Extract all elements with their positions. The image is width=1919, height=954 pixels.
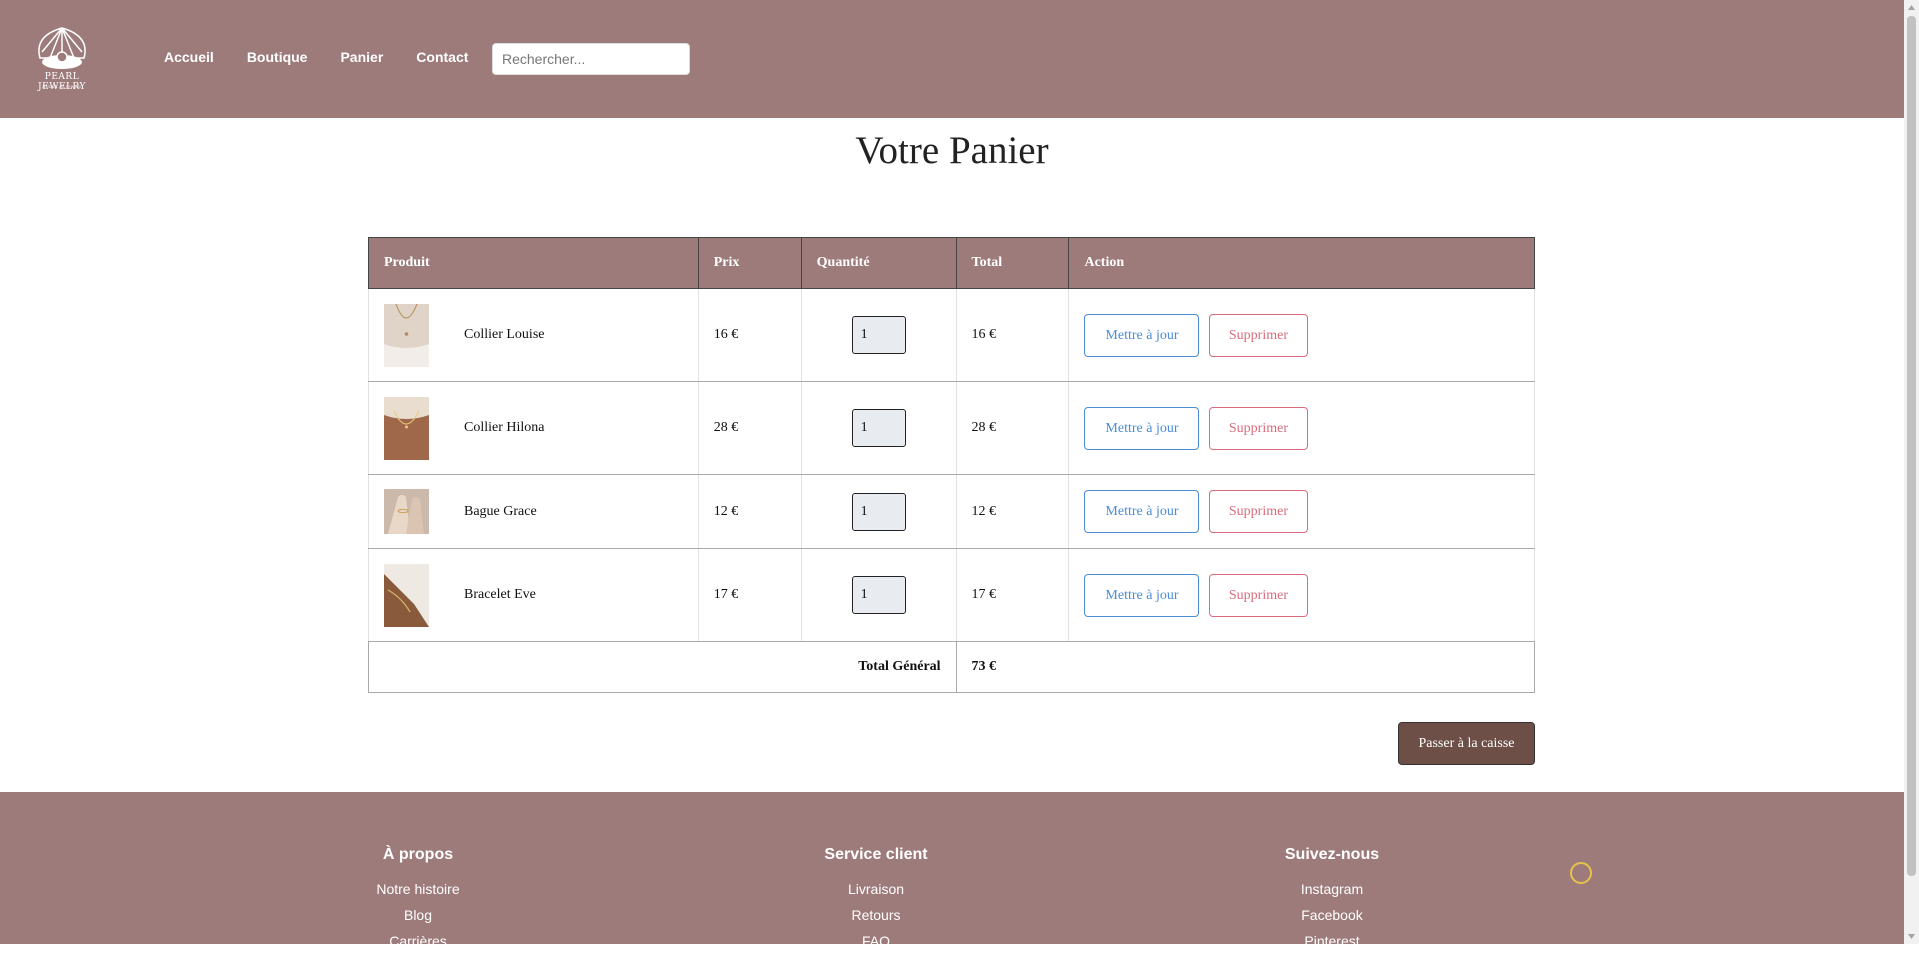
quantity-input[interactable]	[851, 492, 906, 531]
product-image-bracelet-eve[interactable]	[384, 563, 429, 627]
product-image-bague-grace[interactable]	[384, 489, 429, 534]
quantity-input[interactable]	[851, 316, 906, 354]
page-title: Votre Panier	[855, 129, 1049, 172]
action-cell: Mettre à jour Supprimer	[1068, 474, 1535, 549]
delete-button[interactable]: Supprimer	[1208, 490, 1308, 533]
quantity-cell	[800, 381, 957, 475]
column-header-prix: Prix	[697, 237, 802, 289]
product-name: Collier Louise	[464, 327, 545, 342]
update-button[interactable]: Mettre à jour	[1084, 406, 1200, 450]
footer-link-pinterest[interactable]: Pinterest	[1212, 928, 1452, 954]
logo[interactable]: PEARL JEWELRY bijoux et jewels	[20, 22, 104, 96]
footer-link-instagram[interactable]: Instagram	[1212, 876, 1452, 902]
product-image-collier-hilona[interactable]	[384, 396, 429, 460]
scroll-up-arrow-icon[interactable]	[1904, 0, 1919, 15]
update-button[interactable]: Mettre à jour	[1084, 490, 1200, 533]
cursor-highlight-icon	[1570, 862, 1592, 884]
footer-link-faq[interactable]: FAQ	[756, 928, 996, 954]
footer-column-suivez-nous: Suivez-nous Instagram Facebook Pinterest	[1212, 846, 1452, 954]
footer-link-livraison[interactable]: Livraison	[756, 876, 996, 902]
footer-column-service-client: Service client Livraison Retours FAQ	[756, 846, 996, 954]
grand-total-value: 73 €	[955, 641, 1536, 693]
update-button[interactable]: Mettre à jour	[1084, 313, 1200, 357]
search-input[interactable]	[492, 43, 690, 75]
column-header-total: Total	[955, 237, 1070, 289]
cart-row: Collier Hilona 28 € 28 € Mettre à jour S…	[368, 381, 1535, 475]
product-name: Bracelet Eve	[464, 587, 536, 602]
price-cell: 28 €	[697, 381, 802, 475]
scroll-down-arrow-icon[interactable]	[1904, 929, 1919, 944]
action-cell: Mettre à jour Supprimer	[1068, 381, 1535, 475]
site-header: PEARL JEWELRY bijoux et jewels Accueil B…	[0, 0, 1904, 118]
cart-row: Bracelet Eve 17 € 17 € Mettre à jour Sup…	[368, 548, 1535, 642]
product-cell: Collier Hilona	[368, 381, 699, 475]
quantity-cell	[800, 474, 957, 549]
nav-contact[interactable]: Contact	[416, 48, 468, 66]
column-header-quantite: Quantité	[800, 237, 957, 289]
grand-total-row: Total Général 73 €	[368, 641, 1536, 693]
row-total-cell: 12 €	[955, 474, 1070, 549]
product-cell: Collier Louise	[368, 288, 699, 382]
price-cell: 12 €	[697, 474, 802, 549]
product-image-collier-louise[interactable]	[384, 303, 429, 367]
price-cell: 16 €	[697, 288, 802, 382]
scrollbar[interactable]	[1904, 0, 1919, 944]
page: PEARL JEWELRY bijoux et jewels Accueil B…	[0, 0, 1904, 949]
row-total-cell: 16 €	[955, 288, 1070, 382]
quantity-input[interactable]	[851, 409, 906, 447]
shell-pearl-icon	[38, 27, 86, 69]
product-name: Collier Hilona	[464, 420, 545, 435]
footer-link-carrieres[interactable]: Carrières	[298, 928, 538, 954]
main-nav: Accueil Boutique Panier Contact	[164, 48, 501, 66]
delete-button[interactable]: Supprimer	[1208, 313, 1308, 357]
checkout-button[interactable]: Passer à la caisse	[1398, 722, 1535, 765]
footer-column-a-propos: À propos Notre histoire Blog Carrières	[298, 846, 538, 954]
cart-header-row: Produit Prix Quantité Total Action	[368, 237, 1535, 289]
nav-boutique[interactable]: Boutique	[247, 48, 308, 66]
product-cell: Bague Grace	[368, 474, 699, 549]
quantity-input[interactable]	[851, 576, 906, 614]
scrollbar-thumb[interactable]	[1907, 16, 1916, 876]
footer-link-blog[interactable]: Blog	[298, 902, 538, 928]
footer-link-retours[interactable]: Retours	[756, 902, 996, 928]
footer-link-facebook[interactable]: Facebook	[1212, 902, 1452, 928]
logo-tagline: bijoux et jewels	[42, 84, 82, 90]
product-name: Bague Grace	[464, 503, 537, 519]
footer-heading: Suivez-nous	[1284, 846, 1380, 863]
cart-row: Collier Louise 16 € 16 € Mettre à jour S…	[368, 288, 1535, 382]
delete-button[interactable]: Supprimer	[1208, 406, 1308, 450]
cart-row: Bague Grace 12 € 12 € Mettre à jour Supp…	[368, 474, 1535, 549]
price-cell: 17 €	[697, 548, 802, 642]
quantity-cell	[800, 288, 957, 382]
row-total-cell: 28 €	[955, 381, 1070, 475]
cart-table: Produit Prix Quantité Total Action Colli…	[368, 237, 1536, 693]
footer-heading: À propos	[382, 846, 454, 863]
update-button[interactable]: Mettre à jour	[1084, 573, 1200, 617]
product-cell: Bracelet Eve	[368, 548, 699, 642]
row-total-cell: 17 €	[955, 548, 1070, 642]
delete-button[interactable]: Supprimer	[1208, 573, 1308, 617]
quantity-cell	[800, 548, 957, 642]
footer-link-notre-histoire[interactable]: Notre histoire	[298, 876, 538, 902]
action-cell: Mettre à jour Supprimer	[1068, 288, 1535, 382]
column-header-produit: Produit	[368, 237, 699, 289]
nav-accueil[interactable]: Accueil	[164, 48, 214, 66]
site-footer: À propos Notre histoire Blog Carrières S…	[0, 792, 1904, 949]
nav-panier[interactable]: Panier	[340, 48, 383, 66]
footer-heading: Service client	[824, 846, 928, 863]
grand-total-label: Total Général	[368, 641, 957, 693]
column-header-action: Action	[1068, 237, 1535, 289]
action-cell: Mettre à jour Supprimer	[1068, 548, 1535, 642]
